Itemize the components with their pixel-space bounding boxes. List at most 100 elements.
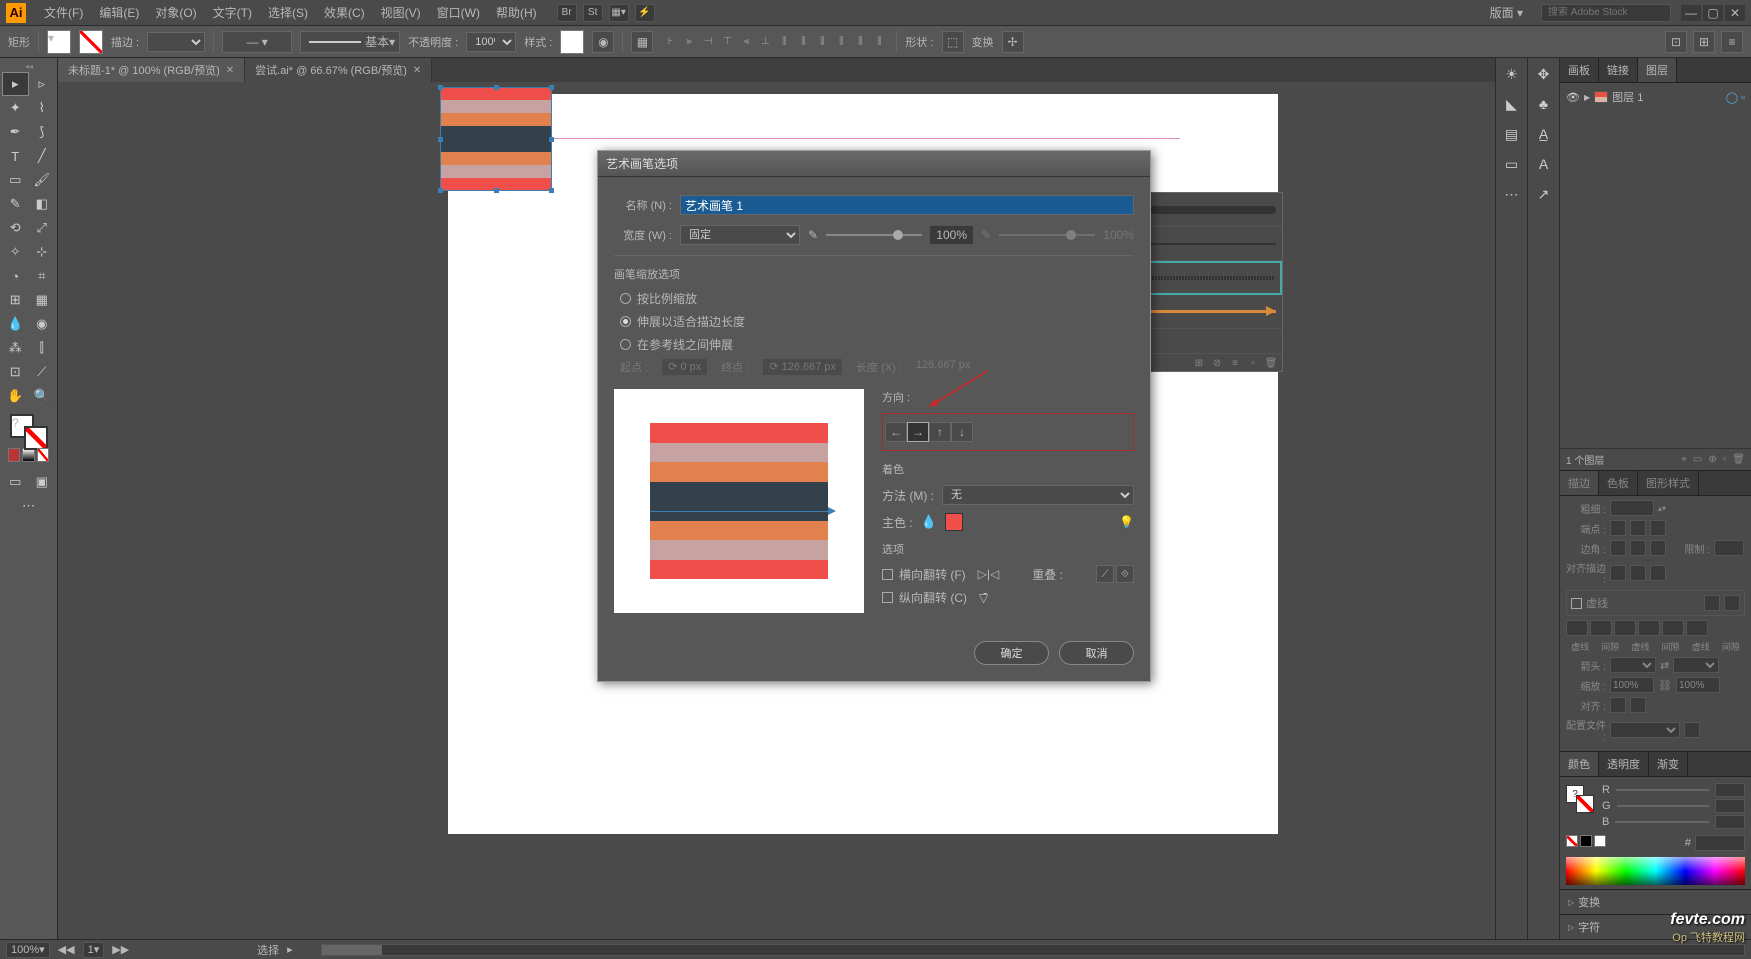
menu-help[interactable]: 帮助(H) [488,1,545,24]
arrow-end[interactable] [1673,657,1719,673]
blend-tool[interactable]: ◉ [29,312,56,336]
dashed-checkbox[interactable] [1571,598,1582,609]
perspective-tool[interactable]: ⌗ [29,264,56,288]
new-sublayer-icon[interactable]: ⊕ [1708,454,1716,465]
dash-align-2[interactable] [1724,595,1740,611]
menu-select[interactable]: 选择(S) [260,1,316,24]
g-value[interactable] [1715,799,1745,813]
align-center[interactable] [1610,565,1626,581]
pen-tool[interactable]: ✒ [2,120,29,144]
magic-wand-tool[interactable]: ✦ [2,96,29,120]
brush-tool[interactable]: 🖌 [29,168,56,192]
menu-edit[interactable]: 编辑(E) [91,1,147,24]
arrow-scale-1[interactable] [1610,677,1654,693]
hand-tool[interactable]: ✋ [2,384,29,408]
stroke-weight-select[interactable] [147,32,205,52]
width-slider-1[interactable] [826,234,922,236]
flip-h-checkbox[interactable] [882,569,893,580]
hex-input[interactable] [1695,835,1745,851]
toolbox-grip[interactable]: ◂◂ [2,62,56,72]
brush-preset[interactable] [1150,310,1276,313]
tips-icon[interactable]: 💡 [1119,515,1134,529]
stock-icon[interactable]: St [583,4,603,22]
brush-delete-icon[interactable]: 🗑 [1264,356,1278,370]
link-icon[interactable]: ⛓ [1658,679,1672,692]
minimize-button[interactable]: — [1681,5,1701,21]
align-bottom[interactable]: ⊥ [756,32,774,52]
dist-h1[interactable]: ⫼ [775,32,793,52]
zoom-tool[interactable]: 🔍 [29,384,56,408]
profile-flip[interactable] [1684,722,1700,738]
dist-h3[interactable]: ⫼ [813,32,831,52]
colorize-method-select[interactable]: 无 [942,485,1134,505]
free-transform-tool[interactable]: ⊹ [29,240,56,264]
cap-square[interactable] [1650,520,1666,536]
panel-tab-gradient[interactable]: 渐变 [1649,752,1688,776]
eyedropper-icon[interactable]: 💧 [921,514,937,530]
panel-menu-icon[interactable]: ≡ [1721,31,1743,53]
locate-icon[interactable]: ⌖ [1681,454,1687,465]
miter-limit-input[interactable] [1714,540,1744,556]
align-outside[interactable] [1650,565,1666,581]
layer-name[interactable]: 图层 1 [1612,89,1643,105]
shape-builder-tool[interactable]: ◔ [2,264,29,288]
swap-icon[interactable]: ⇄ [1660,659,1669,672]
properties-icon[interactable]: ◣ [1502,94,1522,114]
artboard-nav[interactable]: 1 ▾ [83,942,105,958]
color-mode-gradient[interactable] [22,448,34,462]
arrow-scale-2[interactable] [1676,677,1720,693]
isolate-icon[interactable]: ⊡ [1665,31,1687,53]
glyphs-icon[interactable]: A [1534,154,1554,174]
dist-v3[interactable]: ⫼ [870,32,888,52]
line-tool[interactable]: ╱ [29,144,56,168]
slice-tool[interactable]: ⟋ [29,360,56,384]
stroke-swatch[interactable] [79,30,103,54]
align-vcenter[interactable]: ⫷ [737,32,755,52]
cancel-button[interactable]: 取消 [1059,641,1134,665]
shape-menu-label[interactable]: 形状 : [905,34,933,50]
scale-opt-stretch[interactable]: 伸展以适合描边长度 [614,313,1134,330]
gradient-tool[interactable]: ▦ [29,288,56,312]
none-swatch[interactable] [1566,835,1578,847]
brush-preset-selected[interactable] [1152,276,1274,280]
target-icon[interactable]: ◯ ▫ [1726,91,1745,104]
fill-swatch[interactable]: ▾ [47,30,71,54]
menu-effect[interactable]: 效果(C) [316,1,373,24]
align-right[interactable]: ⊣ [699,32,717,52]
cap-round[interactable] [1630,520,1646,536]
black-swatch[interactable] [1580,835,1592,847]
menu-object[interactable]: 对象(O) [147,1,204,24]
gap-1[interactable] [1590,620,1612,636]
corner-round[interactable] [1630,540,1646,556]
color-selector[interactable] [1566,785,1594,813]
scale-tool[interactable]: ⤢ [29,216,56,240]
width-profile-select[interactable] [1610,722,1680,738]
h-scrollbar[interactable] [321,944,1745,956]
arrow-start[interactable] [1610,657,1656,673]
r-slider[interactable] [1616,789,1709,791]
corner-miter[interactable] [1610,540,1626,556]
layout-menu[interactable]: 版面 ▾ [1482,1,1531,24]
brush-new-icon[interactable]: ▫ [1246,356,1260,370]
eyedropper-tool[interactable]: 💧 [2,312,29,336]
screen-mode-normal[interactable]: ▭ [2,470,29,494]
align-inside[interactable] [1630,565,1646,581]
search-input[interactable] [1541,4,1671,22]
color-selector[interactable]: ? [2,414,55,446]
nav-prev-icon[interactable]: ◀◀ [58,943,75,956]
new-layer-icon[interactable]: ▫ [1723,454,1727,465]
graph-tool[interactable]: ⫿ [29,336,56,360]
width-mode-select[interactable]: 固定 [680,225,800,245]
brush-preset[interactable] [1150,243,1276,245]
eraser-tool[interactable]: ◧ [29,192,56,216]
tool-dropdown-icon[interactable]: ▸ [287,943,293,956]
overlap-yes[interactable]: ⟐ [1116,565,1134,583]
close-icon[interactable]: ✕ [226,65,234,76]
gap-2[interactable] [1638,620,1660,636]
brush-remove-icon[interactable]: ⊘ [1210,356,1224,370]
dash-1[interactable] [1566,620,1588,636]
key-color-swatch[interactable] [945,513,963,531]
stroke-weight-input[interactable] [1610,500,1654,516]
edit-toolbar[interactable]: ⋯ [2,494,55,518]
flip-v-checkbox[interactable] [882,592,893,603]
